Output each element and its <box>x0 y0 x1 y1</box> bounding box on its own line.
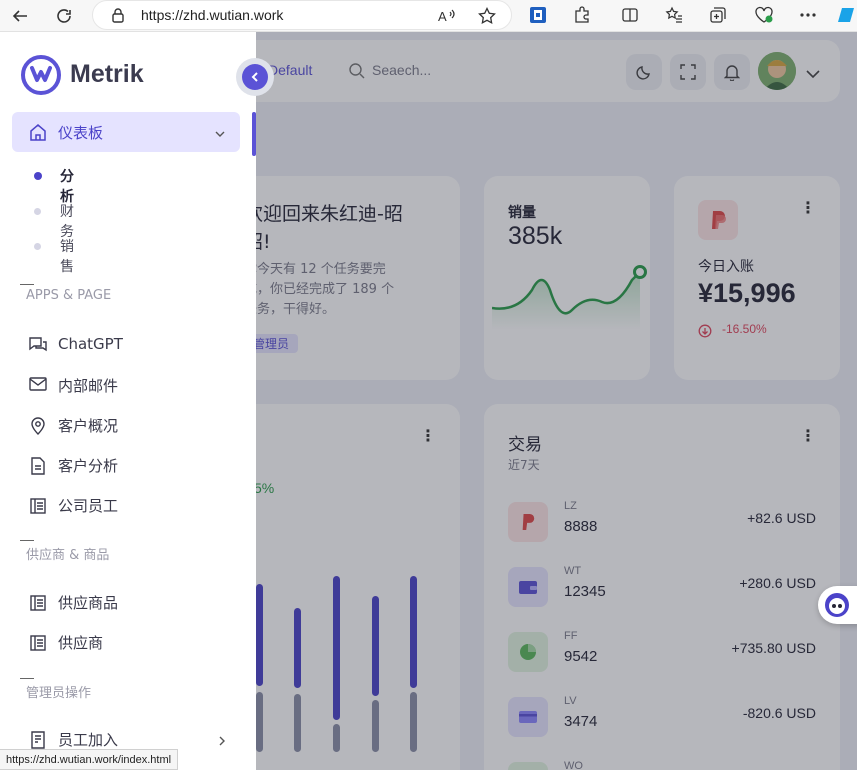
chevron-down-icon <box>214 125 226 144</box>
section-divider <box>20 284 34 285</box>
url-text: https://zhd.wutian.work <box>141 7 284 23</box>
sidebar-subitem-label: 财务 <box>60 204 74 240</box>
back-icon[interactable] <box>6 2 34 30</box>
refresh-icon[interactable] <box>50 2 78 30</box>
sidebar-item-staff[interactable]: 公司员工 <box>28 494 238 516</box>
table-icon <box>28 633 48 657</box>
section-divider <box>20 540 34 541</box>
sidebar: Metrik 仪表板 分析 财务 销售 APPS & PAGE ChatGPT … <box>0 32 256 770</box>
svg-text:A: A <box>438 9 447 24</box>
sidebar-item-dashboard[interactable]: 仪表板 <box>12 112 240 152</box>
browser-health-icon[interactable] <box>752 3 776 27</box>
sidebar-item-chatgpt[interactable]: ChatGPT <box>28 334 238 356</box>
sidebar-scrollbar[interactable] <box>252 112 256 156</box>
extension-blue-icon[interactable] <box>526 3 550 27</box>
brand-logo-icon <box>21 55 61 95</box>
chevron-right-icon <box>216 732 228 751</box>
more-menu-icon[interactable] <box>796 3 820 27</box>
browser-toolbar: https://zhd.wutian.work A <box>0 0 857 32</box>
sidebar-item-label: 员工加入 <box>58 731 119 749</box>
favorites-list-icon[interactable] <box>662 3 686 27</box>
sidebar-item-label: 仪表板 <box>58 124 104 142</box>
sidebar-item-label: 客户概况 <box>58 417 119 435</box>
section-label: 管理员操作 <box>26 686 92 701</box>
sidebar-item-supply-goods[interactable]: 供应商品 <box>28 591 238 613</box>
bullet-dot <box>34 243 41 250</box>
split-screen-icon[interactable] <box>618 3 642 27</box>
sidebar-item-label: 供应商品 <box>58 594 119 612</box>
sidebar-subitem-label: 销售 <box>60 239 74 275</box>
brand-name: Metrik <box>70 60 144 88</box>
sidebar-item-customer-analysis[interactable]: 客户分析 <box>28 454 238 476</box>
sidebar-item-label: 客户分析 <box>58 457 119 475</box>
assistant-bot-icon <box>825 593 849 617</box>
section-label: APPS & PAGE <box>26 288 112 303</box>
table-icon <box>28 496 48 520</box>
section-divider <box>20 678 34 679</box>
sidebar-collapse-button[interactable] <box>236 58 274 96</box>
copilot-icon[interactable] <box>836 3 857 27</box>
table-icon <box>28 593 48 617</box>
assistant-float-button[interactable] <box>818 586 857 624</box>
sidebar-subitem-label: 分析 <box>60 169 74 205</box>
location-pin-icon <box>28 416 48 440</box>
extensions-puzzle-icon[interactable] <box>570 3 594 27</box>
sidebar-item-label: 内部邮件 <box>58 377 119 395</box>
lock-icon <box>111 7 125 27</box>
mail-icon <box>28 376 48 396</box>
chevron-left-icon <box>242 64 268 90</box>
status-url: https://zhd.wutian.work/index.html <box>0 749 179 770</box>
bullet-dot <box>34 172 42 180</box>
read-aloud-icon[interactable]: A <box>437 6 457 26</box>
bullet-dot <box>34 208 41 215</box>
section-label: 供应商 & 商品 <box>26 548 110 563</box>
favorite-star-icon[interactable] <box>477 6 497 26</box>
address-bar[interactable]: https://zhd.wutian.work A <box>92 0 512 30</box>
sidebar-item-label: 供应商 <box>58 634 104 652</box>
chat-icon <box>28 336 48 358</box>
sidebar-item-label: 公司员工 <box>58 497 119 515</box>
sidebar-item-label: ChatGPT <box>58 335 123 353</box>
home-icon <box>28 122 48 146</box>
sidebar-item-staff-join[interactable]: 员工加入 <box>28 728 238 750</box>
document-icon <box>28 456 48 480</box>
sidebar-item-internal-mail[interactable]: 内部邮件 <box>28 374 238 396</box>
sidebar-item-suppliers[interactable]: 供应商 <box>28 631 238 653</box>
collections-icon[interactable] <box>706 3 730 27</box>
sidebar-item-customer-overview[interactable]: 客户概况 <box>28 414 238 436</box>
